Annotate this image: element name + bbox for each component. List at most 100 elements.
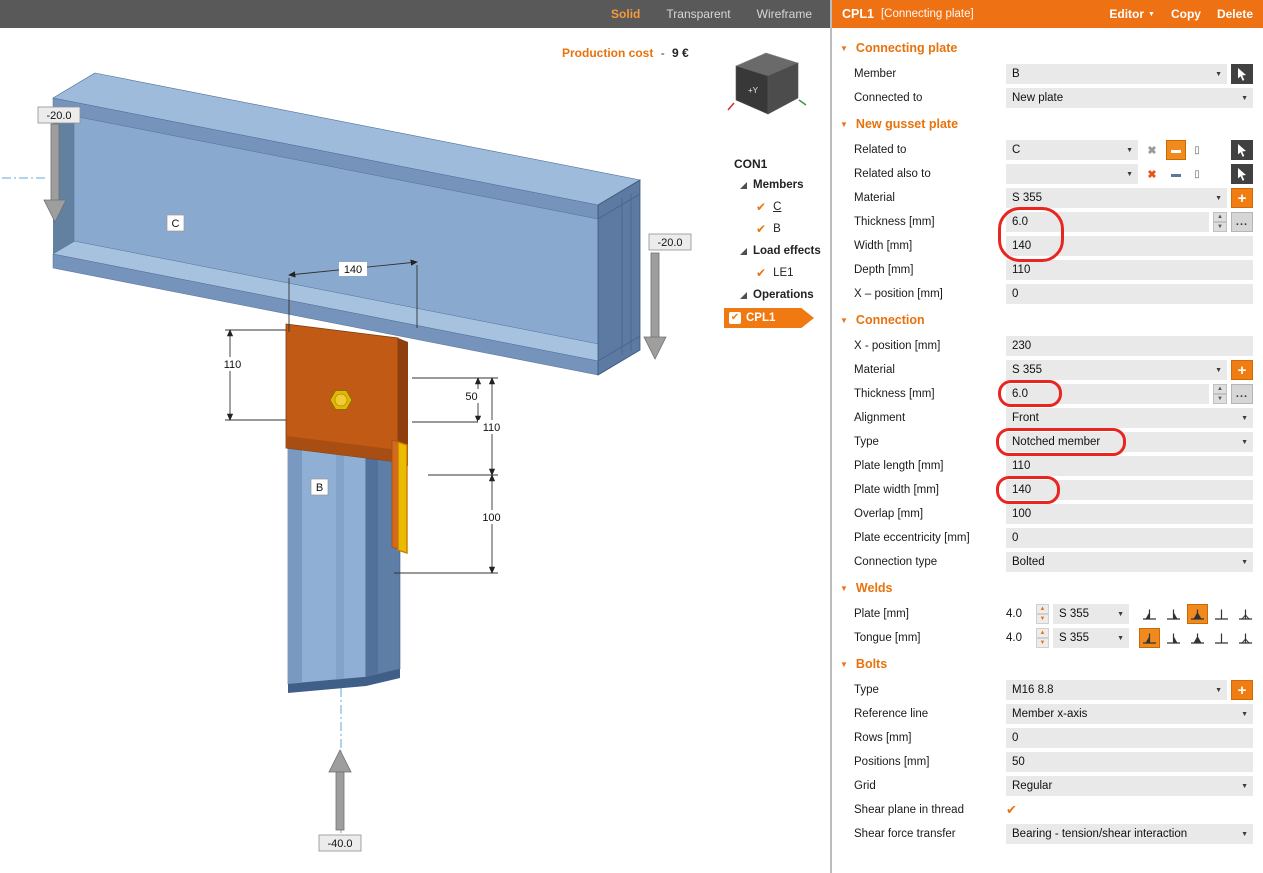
tree-item-cpl1[interactable]: ✔ CPL1 — [724, 308, 814, 328]
stepper-down-icon[interactable]: ▼ — [1213, 222, 1227, 232]
plate-size-icon[interactable]: ▯ — [1190, 169, 1204, 180]
stepper-up-icon[interactable]: ▲ — [1213, 212, 1227, 222]
add-bolt-assembly-button[interactable]: + — [1231, 680, 1253, 700]
weld-type-icon[interactable] — [1139, 604, 1160, 624]
reference-line-select[interactable]: Member x-axis ▼ — [1006, 704, 1253, 724]
weld-type-icon[interactable] — [1187, 628, 1208, 648]
weld-type-icon[interactable] — [1211, 628, 1232, 648]
tree-item-le1[interactable]: ✔ LE1 — [756, 262, 826, 284]
collapse-icon[interactable]: ▼ — [840, 120, 848, 129]
grid-select[interactable]: Regular ▼ — [1006, 776, 1253, 796]
section-welds[interactable]: ▼ Welds — [832, 574, 1263, 602]
check-icon[interactable]: ✔ — [756, 200, 766, 214]
expander-icon[interactable] — [740, 292, 747, 299]
clear-selection-icon[interactable]: ✖ — [1142, 140, 1162, 160]
weld-plate-material-select[interactable]: S 355 ▼ — [1053, 604, 1129, 624]
weld-type-icon[interactable] — [1235, 604, 1256, 624]
plate-eccentricity-input[interactable] — [1006, 528, 1253, 548]
weld-tongue-material-select[interactable]: S 355 ▼ — [1053, 628, 1129, 648]
more-options-button[interactable]: ... — [1231, 212, 1253, 232]
weld-tongue-size[interactable]: 4.0 — [1006, 632, 1032, 644]
stepper[interactable]: ▲▼ — [1036, 628, 1049, 648]
gusset-width-input[interactable] — [1006, 236, 1253, 256]
member-b[interactable] — [288, 424, 400, 693]
tree-group-load-effects[interactable]: Load effects — [740, 240, 826, 262]
related-also-to-select[interactable]: ▼ — [1006, 164, 1138, 184]
stepper-down-icon[interactable]: ▼ — [1036, 614, 1049, 624]
collapse-icon[interactable]: ▼ — [840, 660, 848, 669]
gusset-material-select[interactable]: S 355 ▼ — [1006, 188, 1227, 208]
connection-thickness-input[interactable] — [1006, 384, 1209, 404]
delete-button[interactable]: Delete — [1217, 7, 1253, 21]
expander-icon[interactable] — [740, 248, 747, 255]
connection-x-position-input[interactable] — [1006, 336, 1253, 356]
bolt-type-select[interactable]: M16 8.8 ▼ — [1006, 680, 1227, 700]
add-material-button[interactable]: + — [1231, 360, 1253, 380]
weld-plate-size[interactable]: 4.0 — [1006, 608, 1032, 620]
member-select[interactable]: B ▼ — [1006, 64, 1227, 84]
plate-cpl1[interactable] — [286, 324, 408, 466]
view-mode-transparent[interactable]: Transparent — [666, 7, 730, 21]
add-material-button[interactable]: + — [1231, 188, 1253, 208]
positions-input[interactable] — [1006, 752, 1253, 772]
plate-length-input[interactable] — [1006, 456, 1253, 476]
editor-button[interactable]: Editor ▼ — [1109, 7, 1155, 21]
type-select[interactable]: Notched member ▼ — [1006, 432, 1253, 452]
check-icon[interactable]: ✔ — [756, 222, 766, 236]
tree-item-member-c[interactable]: ✔ C — [756, 196, 826, 218]
gusset-x-position-input[interactable] — [1006, 284, 1253, 304]
alignment-select[interactable]: Front ▼ — [1006, 408, 1253, 428]
section-connection[interactable]: ▼ Connection — [832, 306, 1263, 334]
stepper[interactable]: ▲▼ — [1036, 604, 1049, 624]
related-to-select[interactable]: C ▼ — [1006, 140, 1138, 160]
check-icon[interactable]: ✔ — [756, 266, 766, 280]
stepper[interactable]: ▲▼ — [1213, 212, 1227, 232]
tree-group-operations[interactable]: Operations — [740, 284, 826, 306]
pick-member-button[interactable] — [1231, 140, 1253, 160]
gusset-depth-input[interactable] — [1006, 260, 1253, 280]
collapse-icon[interactable]: ▼ — [840, 584, 848, 593]
plate-size-icon[interactable]: ▯ — [1190, 145, 1204, 156]
pick-member-button[interactable] — [1231, 164, 1253, 184]
weld-type-icon[interactable] — [1139, 628, 1160, 648]
plate-width-input[interactable] — [1006, 480, 1253, 500]
copy-button[interactable]: Copy — [1171, 7, 1201, 21]
plate-orientation-icon[interactable]: ▬ — [1166, 164, 1186, 184]
tree-root-con1[interactable]: CON1 — [734, 154, 826, 174]
plate-orientation-icon[interactable]: ▬ — [1166, 140, 1186, 160]
connected-to-select[interactable]: New plate ▼ — [1006, 88, 1253, 108]
more-options-button[interactable]: ... — [1231, 384, 1253, 404]
weld-type-icon[interactable] — [1235, 628, 1256, 648]
weld-type-icon[interactable] — [1211, 604, 1232, 624]
stepper-down-icon[interactable]: ▼ — [1036, 638, 1049, 648]
weld-type-icon[interactable] — [1187, 604, 1208, 624]
stepper-down-icon[interactable]: ▼ — [1213, 394, 1227, 404]
rows-input[interactable] — [1006, 728, 1253, 748]
section-bolts[interactable]: ▼ Bolts — [832, 650, 1263, 678]
tongue-plate[interactable] — [392, 440, 407, 553]
connection-material-select[interactable]: S 355 ▼ — [1006, 360, 1227, 380]
collapse-icon[interactable]: ▼ — [840, 44, 848, 53]
connection-type-select[interactable]: Bolted ▼ — [1006, 552, 1253, 572]
section-connecting-plate[interactable]: ▼ Connecting plate — [832, 34, 1263, 62]
clear-selection-icon[interactable]: ✖ — [1142, 164, 1162, 184]
stepper[interactable]: ▲▼ — [1213, 384, 1227, 404]
orientation-cube[interactable]: +Y — [726, 48, 810, 122]
scene-canvas[interactable]: C B 140 110 50 — [0, 28, 830, 873]
weld-type-icon[interactable] — [1163, 628, 1184, 648]
overlap-input[interactable] — [1006, 504, 1253, 524]
tree-group-members[interactable]: Members — [740, 174, 826, 196]
tree-item-member-b[interactable]: ✔ B — [756, 218, 826, 240]
member-c[interactable] — [53, 73, 640, 375]
weld-type-icon[interactable] — [1163, 604, 1184, 624]
view-mode-solid[interactable]: Solid — [611, 7, 640, 21]
shear-transfer-select[interactable]: Bearing - tension/shear interaction ▼ — [1006, 824, 1253, 844]
view-mode-wireframe[interactable]: Wireframe — [757, 7, 812, 21]
shear-plane-checkbox[interactable]: ✔ — [1006, 802, 1017, 818]
stepper-up-icon[interactable]: ▲ — [1036, 628, 1049, 638]
stepper-up-icon[interactable]: ▲ — [1036, 604, 1049, 614]
viewport-3d[interactable]: C B 140 110 50 — [0, 28, 830, 873]
stepper-up-icon[interactable]: ▲ — [1213, 384, 1227, 394]
expander-icon[interactable] — [740, 182, 747, 189]
section-new-gusset-plate[interactable]: ▼ New gusset plate — [832, 110, 1263, 138]
